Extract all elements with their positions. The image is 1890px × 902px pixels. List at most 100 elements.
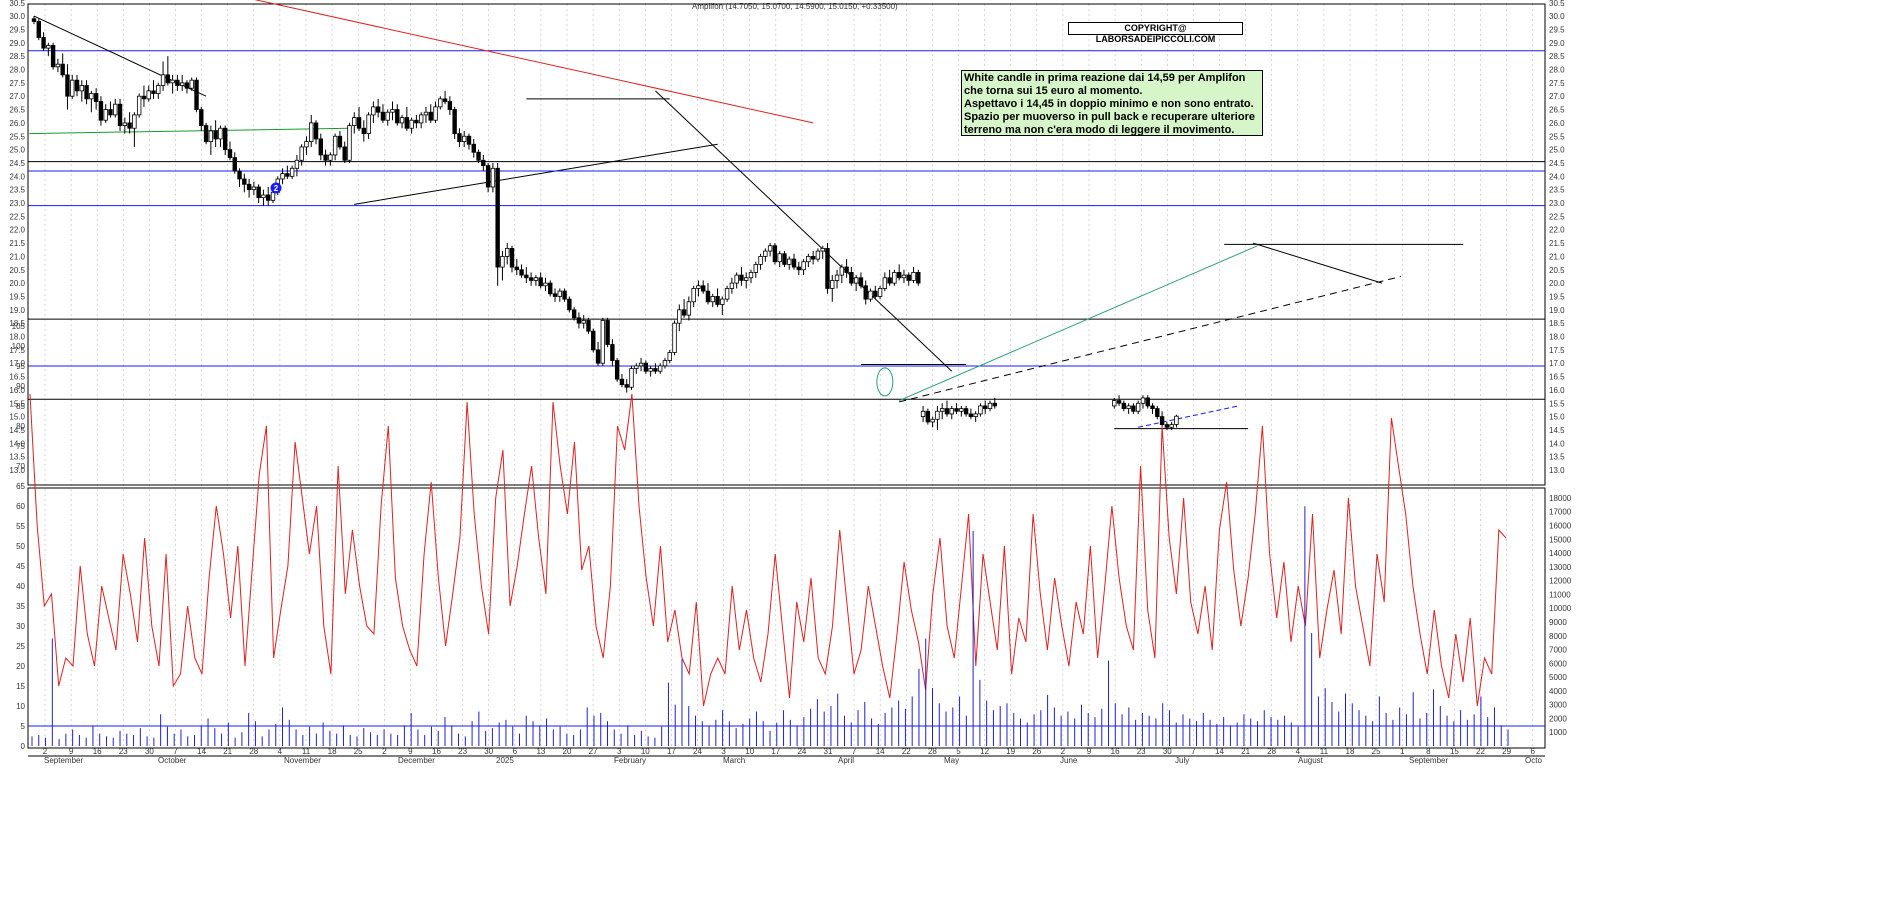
x-tick-label: 24 <box>797 747 806 756</box>
price-tick-label-left: 29.5 <box>9 25 25 34</box>
candle-body <box>1126 405 1131 409</box>
candle-body <box>1169 424 1174 428</box>
candle-body <box>959 408 964 412</box>
x-tick-label: 18 <box>328 747 337 756</box>
candle-body <box>528 277 534 281</box>
price-tick-label-right: 26.5 <box>1549 106 1565 115</box>
oscillator-tick-label: 80 <box>16 422 25 431</box>
oscillator-tick-label: 90 <box>16 382 25 391</box>
x-tick-label: 6 <box>513 747 518 756</box>
oscillator-tick-label: 105 <box>12 322 26 331</box>
candle-body <box>791 258 797 268</box>
price-tick-label-right: 16.0 <box>1549 386 1565 395</box>
candle-body <box>576 317 582 324</box>
month-label: April <box>838 756 854 765</box>
candle-body <box>366 114 371 134</box>
x-tick-label: 11 <box>302 747 311 756</box>
month-label: May <box>944 756 959 765</box>
candle-body <box>930 418 935 423</box>
candle-body <box>825 247 830 289</box>
candle-body <box>179 82 185 86</box>
candle-body <box>758 255 763 265</box>
price-tick-label-right: 16.5 <box>1549 373 1565 382</box>
x-tick-label: 1 <box>1400 747 1405 756</box>
candle-body <box>447 101 453 110</box>
candle-body <box>433 106 438 121</box>
candle-body <box>352 117 357 126</box>
price-tick-label-left: 26.0 <box>9 119 25 128</box>
candle-body <box>940 408 945 412</box>
candle-body <box>595 349 601 364</box>
candle-body <box>820 247 825 252</box>
candle-body <box>906 274 911 281</box>
candle-body <box>1140 397 1146 404</box>
candle-body <box>935 410 940 420</box>
x-tick-label: 17 <box>771 747 780 756</box>
oscillator-tick-label: 20 <box>16 662 25 671</box>
oscillator-tick-label: 40 <box>16 582 25 591</box>
x-tick-label: 25 <box>354 747 363 756</box>
candle-body <box>280 173 285 180</box>
volume-tick-label: 6000 <box>1549 659 1567 668</box>
price-tick-label-right: 23.5 <box>1549 186 1565 195</box>
price-tick-label-right: 14.0 <box>1549 439 1565 448</box>
candle-body <box>41 37 46 49</box>
candle-body <box>519 269 524 276</box>
x-tick-label: 7 <box>1191 747 1196 756</box>
month-label: 2025 <box>496 756 514 765</box>
x-tick-label: 29 <box>1502 747 1511 756</box>
price-tick-label-right: 23.0 <box>1549 199 1565 208</box>
candle-body <box>476 151 481 161</box>
candle-body <box>332 135 338 156</box>
candle-body <box>1174 415 1179 425</box>
x-tick-label: 22 <box>902 747 911 756</box>
x-tick-label: 16 <box>93 747 102 756</box>
candle-body <box>184 82 190 89</box>
x-tick-label: 25 <box>1372 747 1381 756</box>
candle-body <box>858 277 864 287</box>
volume-tick-label: 14000 <box>1549 549 1572 558</box>
candle-body <box>404 117 410 129</box>
price-tick-label-right: 21.5 <box>1549 239 1565 248</box>
candle-body <box>586 320 591 332</box>
candle-body <box>146 90 151 100</box>
candle-body <box>983 405 988 409</box>
x-tick-label: 2 <box>43 747 48 756</box>
candle-body <box>677 309 682 324</box>
candle-body <box>863 285 868 300</box>
candle-body <box>892 272 897 284</box>
candle-body <box>810 255 816 260</box>
candle-body <box>218 127 223 140</box>
volume-tick-label: 1000 <box>1549 728 1567 737</box>
candle-body <box>151 90 156 94</box>
candle-body <box>954 408 959 412</box>
oscillator-tick-label: 75 <box>16 442 25 451</box>
candle-body <box>36 21 41 38</box>
x-tick-label: 23 <box>1137 747 1146 756</box>
candle-body <box>500 255 505 268</box>
candle-body <box>782 253 787 265</box>
note-line-1: White candle in prima reazione dai 14,59… <box>964 72 1246 84</box>
candle-body <box>911 272 916 281</box>
price-tick-label-left: 29.0 <box>9 39 25 48</box>
month-label: August <box>1298 756 1324 765</box>
month-label: February <box>614 756 646 765</box>
price-tick-label-right: 30.5 <box>1549 0 1565 8</box>
oscillator-tick-label: 60 <box>16 502 25 511</box>
candle-body <box>648 368 653 372</box>
note-line-2: che torna sui 15 euro al momento. <box>964 85 1143 97</box>
x-tick-label: 9 <box>1087 747 1092 756</box>
candle-body <box>266 194 271 201</box>
x-tick-label: 4 <box>1296 747 1301 756</box>
candle-body <box>361 127 367 134</box>
price-tick-label-right: 24.5 <box>1549 159 1565 168</box>
candle-body <box>815 250 821 260</box>
x-tick-label: 3 <box>721 747 726 756</box>
candle-body <box>395 109 400 124</box>
x-tick-label: 11 <box>1320 747 1329 756</box>
price-tick-label-left: 13.5 <box>9 453 25 462</box>
candle-body <box>84 85 89 100</box>
x-tick-label: 10 <box>641 747 650 756</box>
candle-body <box>208 130 214 142</box>
price-tick-label-left: 23.5 <box>9 186 25 195</box>
